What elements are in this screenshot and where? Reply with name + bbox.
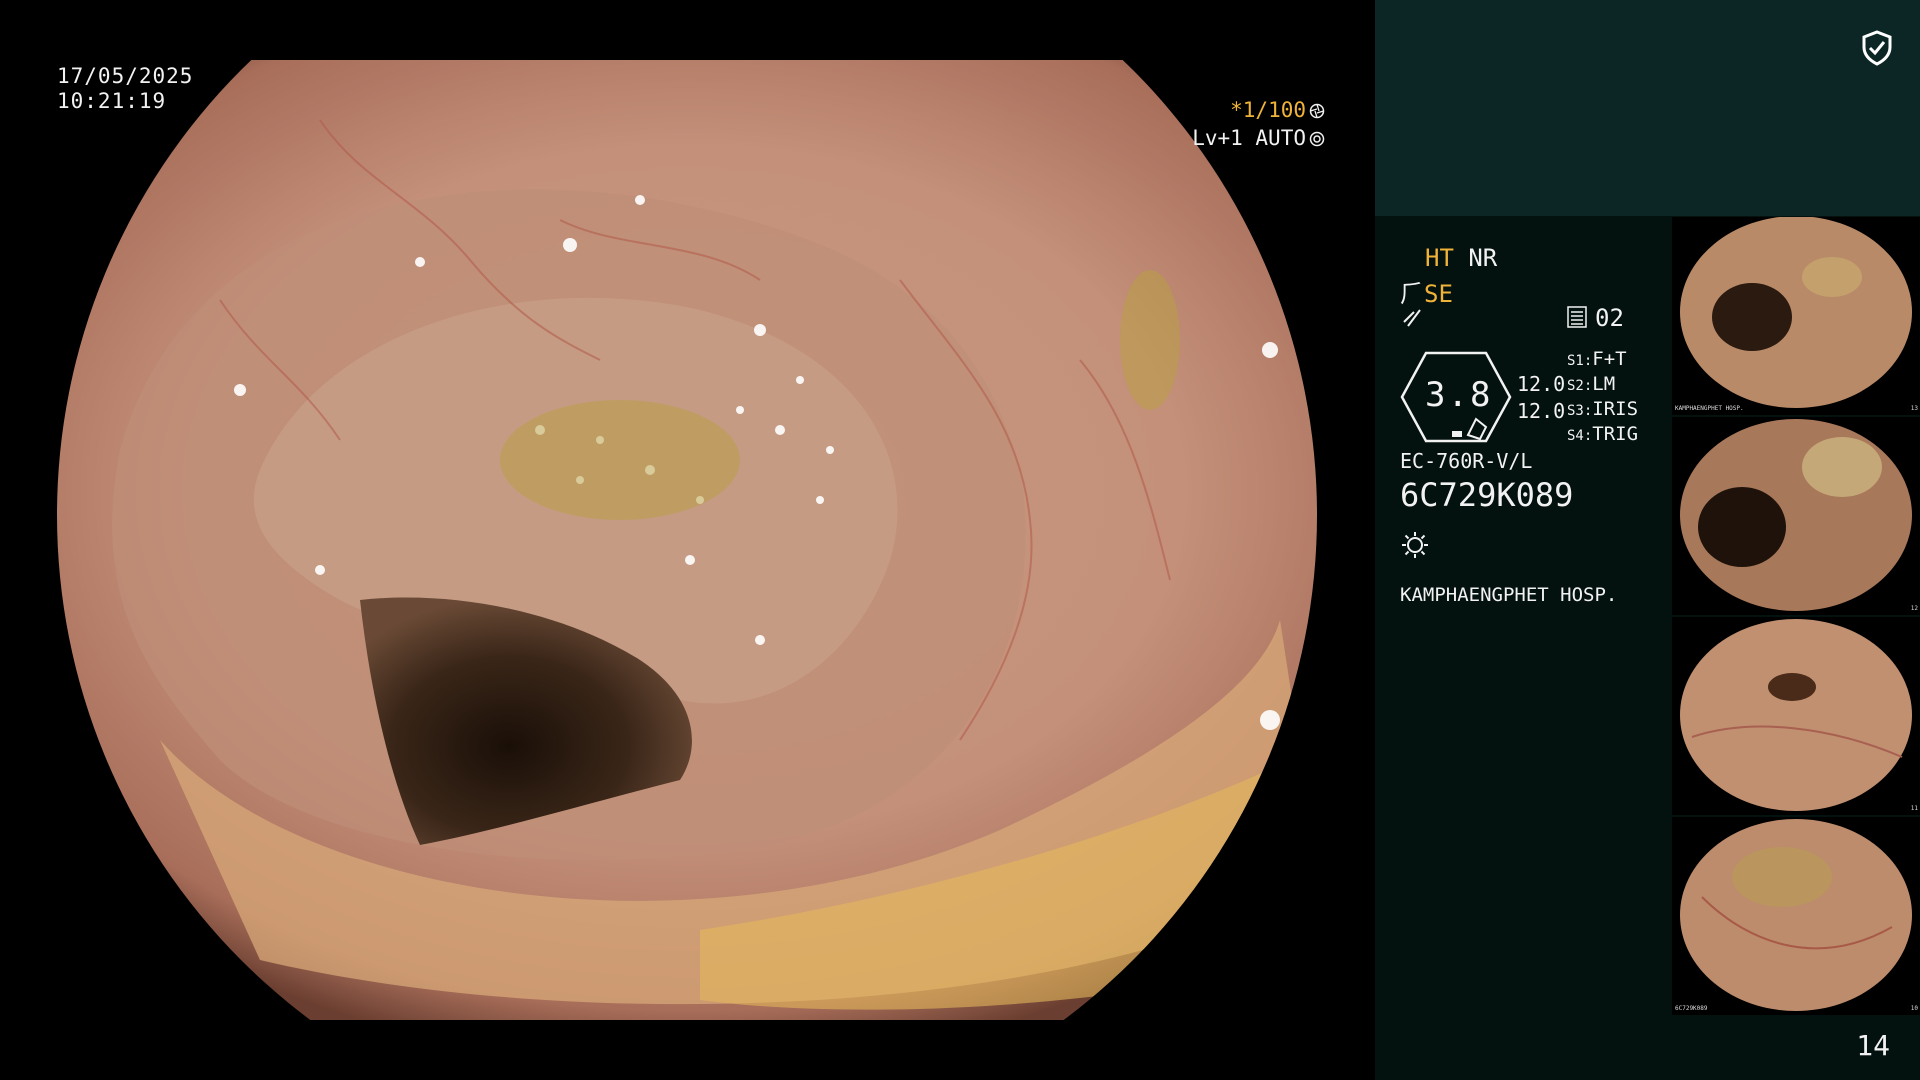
hospital-name: KAMPHAENGPHET HOSP. (1400, 584, 1618, 606)
thumbnail-image (1680, 819, 1912, 1011)
thumbnail[interactable]: KAMPHAENGPHET HOSP. 13 (1672, 217, 1920, 415)
thumbnail[interactable]: 6C729K089 10 (1672, 817, 1920, 1015)
info-panel: HT NR ⺁SE 02 3.8 12.0 12.0 S1:F+T S2:LM … (1375, 0, 1920, 1080)
thumbnail-image (1680, 619, 1912, 811)
thumbnail-serial: 6C729K089 (1675, 1005, 1708, 1012)
switch-4: S4:TRIG (1567, 423, 1638, 445)
switch-value: TRIG (1592, 423, 1639, 445)
zoom-value: 3.8 (1425, 375, 1493, 415)
time: 10:21:19 (57, 89, 167, 113)
se-icon: ⺁ (1400, 280, 1424, 308)
switch-value: LM (1592, 373, 1616, 395)
counter: 02 (1595, 304, 1624, 332)
switch-1: S1:F+T (1567, 348, 1627, 370)
switch-key: S4: (1567, 428, 1593, 444)
panel-header (1375, 0, 1920, 216)
switch-2: S2:LM (1567, 373, 1615, 395)
date: 17/05/2025 (57, 64, 194, 88)
enhancement-modes: HT NR (1425, 244, 1497, 272)
capture-thumbnails: KAMPHAENGPHET HOSP. 13 12 11 6C729K089 1… (1672, 217, 1920, 1017)
shutter-speed: *1/100 (1230, 98, 1325, 123)
thumbnail[interactable]: 11 (1672, 617, 1920, 815)
switch-key: S1: (1567, 353, 1593, 369)
bar-icon (1567, 306, 1587, 328)
shutter-label: *1/100 (1230, 98, 1306, 122)
pen-icon (1403, 309, 1421, 327)
date-time: 17/05/2025 10:21:19 (57, 64, 193, 114)
image-number: 14 (1856, 1029, 1890, 1062)
switch-value: F+T (1592, 348, 1627, 370)
mode-ht: HT (1425, 244, 1454, 272)
iris-level: Lv+1 AUTO (1192, 126, 1325, 151)
endoscope-image (57, 60, 1317, 1020)
scope-serial: 6C729K089 (1400, 476, 1574, 514)
value-2: 12.0 (1517, 399, 1566, 423)
thumbnail-number: 12 (1910, 605, 1918, 612)
thumbnail-number: 10 (1910, 1005, 1918, 1012)
shutter-icon (1309, 103, 1325, 119)
switch-3: S3:IRIS (1567, 398, 1638, 420)
thumbnail-number: 13 (1910, 405, 1918, 412)
se-label: SE (1424, 280, 1453, 308)
value-1: 12.0 (1517, 372, 1566, 396)
thumbnail-image (1680, 419, 1912, 611)
switch-key: S3: (1567, 403, 1593, 419)
thumbnail-caption: KAMPHAENGPHET HOSP. (1675, 405, 1744, 412)
se-mode: ⺁SE (1400, 274, 1453, 309)
shield-check-icon (1862, 30, 1892, 66)
light-icon (1402, 532, 1428, 558)
mode-nr: NR (1468, 244, 1498, 272)
iris-icon (1309, 131, 1325, 147)
switch-key: S2: (1567, 378, 1593, 394)
endoscope-view: 17/05/2025 10:21:19 *1/100 Lv+1 AUTO (0, 0, 1375, 1080)
scope-model: EC-760R-V/L (1400, 449, 1533, 473)
thumbnail[interactable]: 12 (1672, 417, 1920, 615)
iris-label: Lv+1 AUTO (1192, 126, 1306, 150)
thumbnail-image (1680, 217, 1912, 408)
thumbnail-number: 11 (1910, 805, 1918, 812)
switch-value: IRIS (1592, 398, 1639, 420)
